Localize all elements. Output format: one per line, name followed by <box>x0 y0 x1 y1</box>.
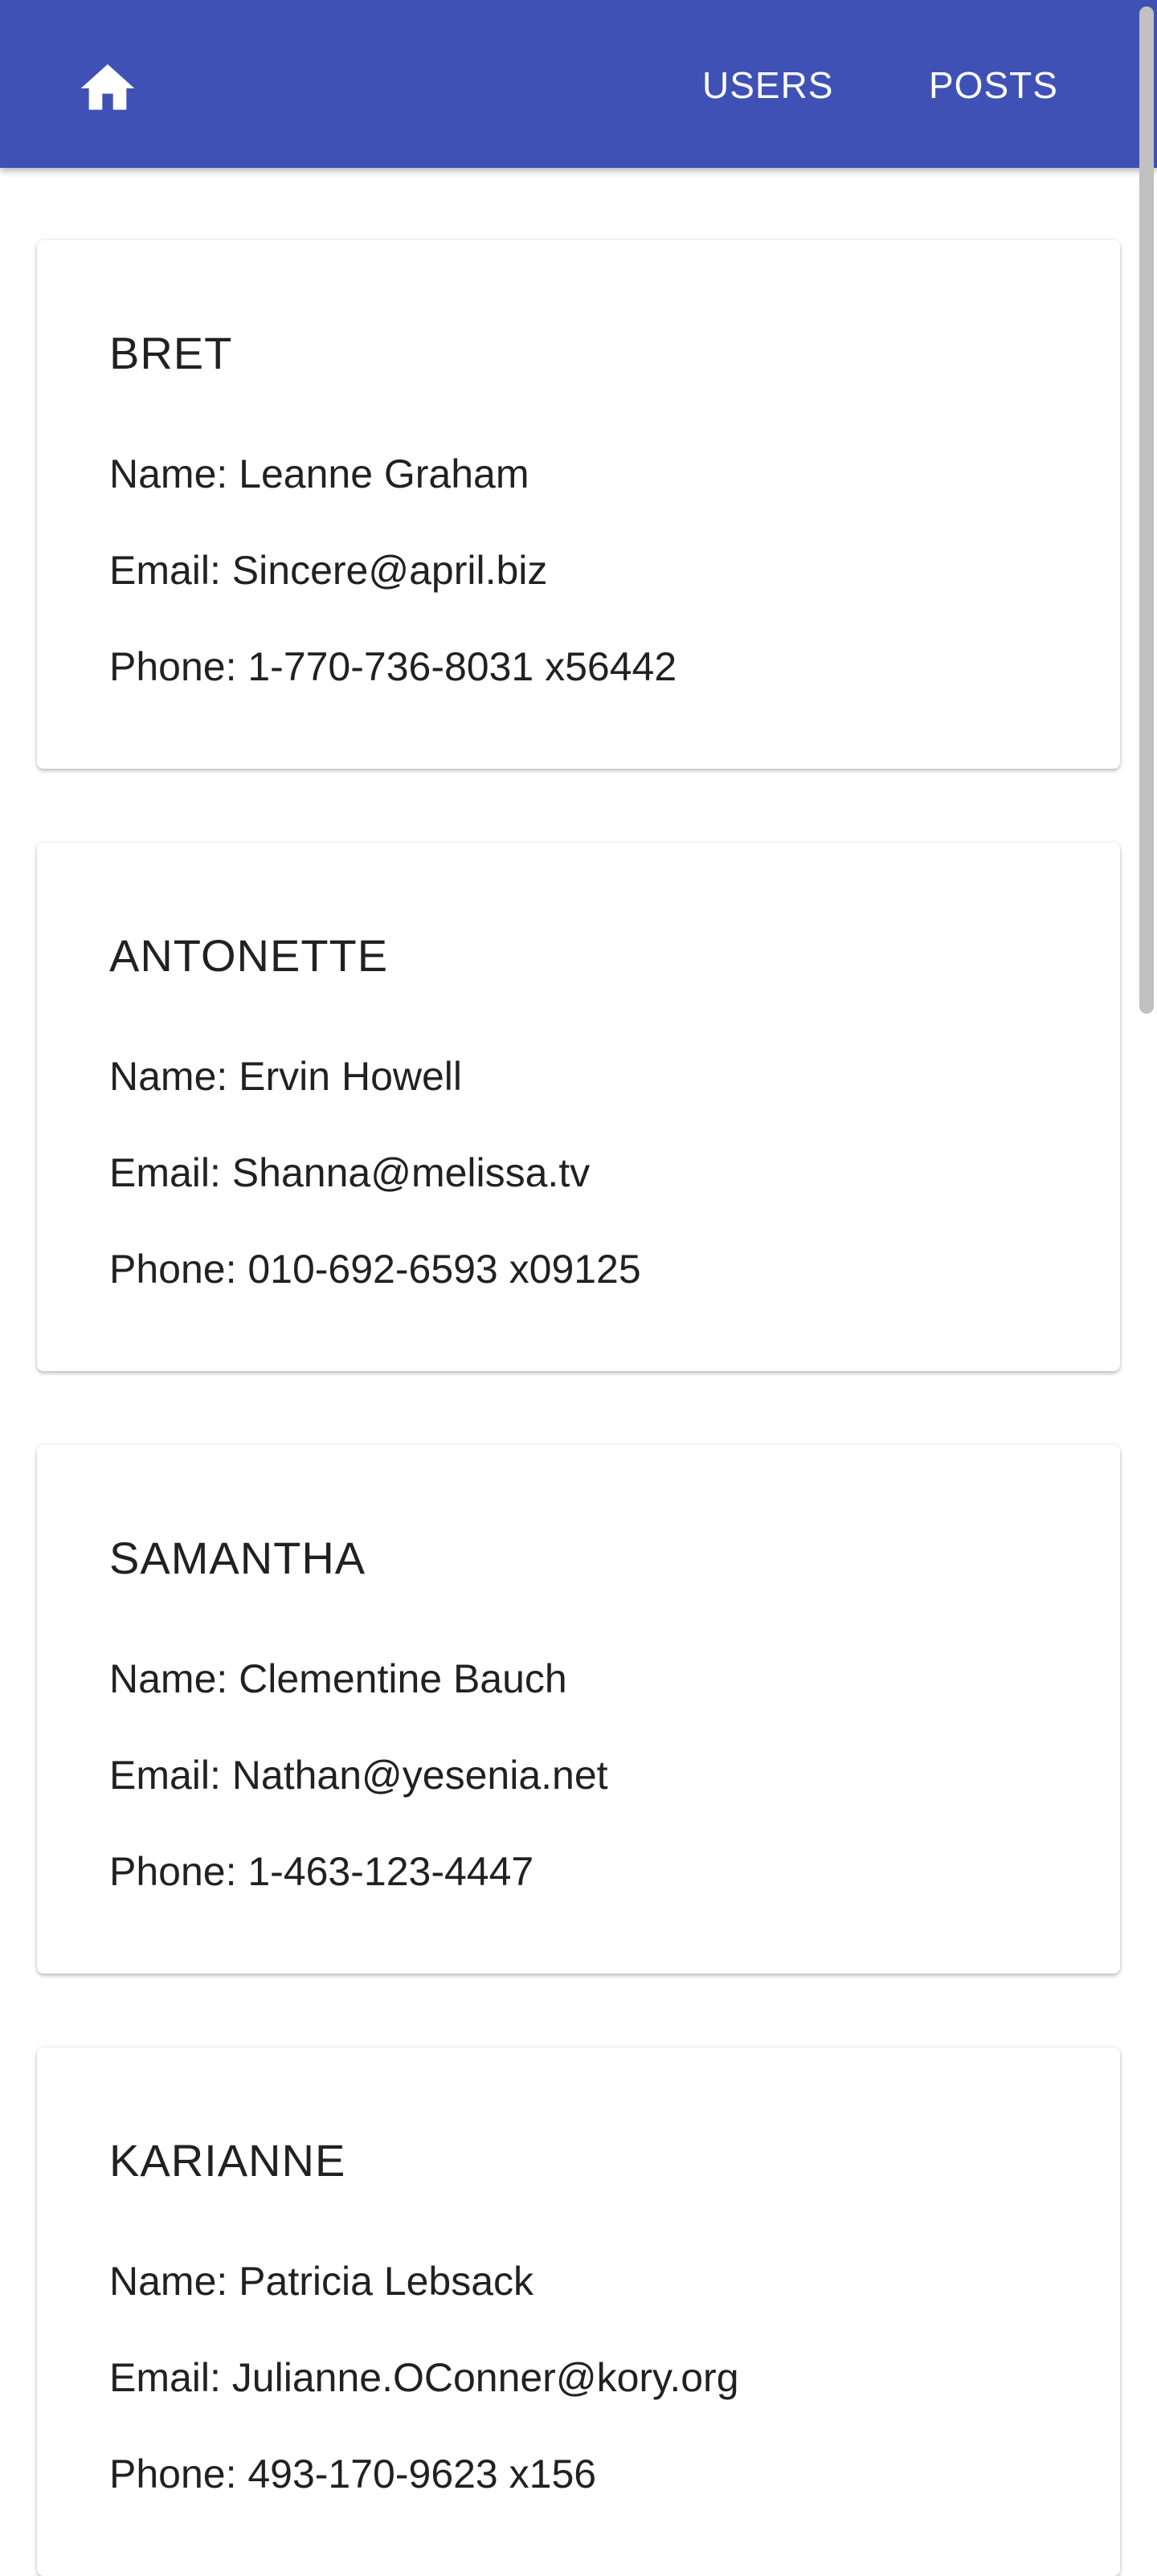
scrollbar[interactable] <box>1133 0 1157 2572</box>
user-phone: Phone: 493-170-9623 x156 <box>109 2451 597 2496</box>
app-bar: USERS POSTS <box>0 0 1157 168</box>
user-card: KARIANNE Name: Patricia Lebsack Email: J… <box>37 2047 1120 2576</box>
user-username: ANTONETTE <box>109 930 389 981</box>
user-name: Name: Patricia Lebsack <box>109 2259 534 2304</box>
user-username: KARIANNE <box>109 2135 346 2186</box>
user-email: Email: Nathan@yesenia.net <box>109 1753 608 1798</box>
nav-users-link[interactable]: USERS <box>702 59 833 111</box>
user-phone: Phone: 1-770-736-8031 x56442 <box>109 644 677 689</box>
user-username: BRET <box>109 328 233 378</box>
home-icon <box>80 64 135 110</box>
user-name: Name: Leanne Graham <box>109 451 529 496</box>
scrollbar-thumb[interactable] <box>1139 6 1154 1014</box>
user-username: SAMANTHA <box>109 1533 366 1583</box>
user-email: Email: Julianne.OConner@kory.org <box>109 2355 739 2400</box>
user-card: BRET Name: Leanne Graham Email: Sincere@… <box>37 240 1120 769</box>
nav-posts-link[interactable]: POSTS <box>929 59 1058 111</box>
user-phone: Phone: 010-692-6593 x09125 <box>109 1247 641 1292</box>
home-button[interactable] <box>67 50 148 127</box>
user-card: SAMANTHA Name: Clementine Bauch Email: N… <box>37 1445 1120 1974</box>
user-name: Name: Clementine Bauch <box>109 1656 567 1701</box>
user-phone: Phone: 1-463-123-4447 <box>109 1849 534 1894</box>
user-email: Email: Sincere@april.biz <box>109 548 548 593</box>
user-card: ANTONETTE Name: Ervin Howell Email: Shan… <box>37 843 1120 1371</box>
user-name: Name: Ervin Howell <box>109 1054 463 1099</box>
user-email: Email: Shanna@melissa.tv <box>109 1150 591 1195</box>
